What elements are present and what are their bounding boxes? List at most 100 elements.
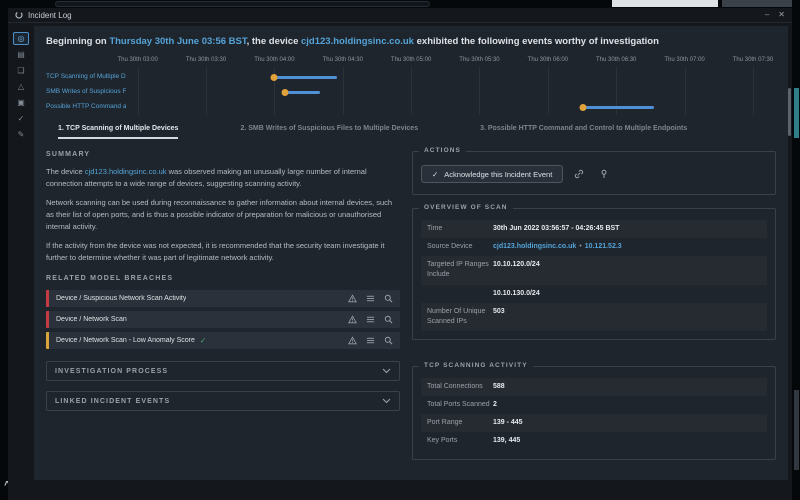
timeline-tick-label: Thu 30th 06:30 xyxy=(596,57,636,63)
device-link[interactable]: cjd123.holdingsinc.co.uk xyxy=(301,36,414,47)
timeline-tick-label: Thu 30th 04:00 xyxy=(254,57,294,63)
timeline-event-bar[interactable] xyxy=(285,91,321,94)
breach-row-actions xyxy=(348,336,393,345)
breach-label: Device / Suspicious Network Scan Activit… xyxy=(56,295,186,302)
row-label: Total Ports Scanned xyxy=(427,400,493,410)
incident-eye-icon[interactable]: ◎ xyxy=(13,32,29,45)
timeline-row-label[interactable]: SMB Writes of Suspicious F... xyxy=(46,84,126,99)
tcp-row-key-ports: Key Ports 139, 445 xyxy=(421,432,767,450)
list-icon[interactable] xyxy=(366,315,375,324)
breach-row[interactable]: Device / Network Scan xyxy=(46,311,400,328)
timeline-tick-label: Thu 30th 05:00 xyxy=(391,57,431,63)
device-link[interactable]: cjd123.holdingsinc.co.uk xyxy=(85,167,167,176)
timeline-tick-label: Thu 30th 05:30 xyxy=(459,57,499,63)
breach-alert-icon[interactable]: △ xyxy=(13,80,29,93)
incident-date-link[interactable]: Thursday 30th June 03:56 BST xyxy=(109,36,246,47)
row-value: 139, 445 xyxy=(493,436,761,446)
overview-row-targeted-ranges: Targeted IP Ranges Include 10.10.120.0/2… xyxy=(421,256,767,284)
warning-triangle-icon[interactable] xyxy=(348,315,357,324)
acknowledge-button-label: Acknowledge this Incident Event xyxy=(444,170,552,179)
timeline-row-label[interactable]: Possible HTTP Command and ... xyxy=(46,99,126,114)
list-icon[interactable] xyxy=(366,336,375,345)
overview-row-time: Time 30th Jun 2022 03:56:57 - 04:26:45 B… xyxy=(421,220,767,238)
window-titlebar: Incident Log – ✕ xyxy=(8,8,792,23)
magnifier-icon[interactable] xyxy=(384,294,393,303)
row-value: 139 - 445 xyxy=(493,418,761,428)
breach-label: Device / Network Scan - Low Anomaly Scor… xyxy=(56,337,195,344)
timeline-row-label[interactable]: TCP Scanning of Multiple D... xyxy=(46,69,126,84)
summary-paragraph-1: The device cjd123.holdingsinc.co.uk was … xyxy=(46,166,400,189)
timeline-tick-label: Thu 30th 03:00 xyxy=(117,57,157,63)
window-controls: – ✕ xyxy=(765,11,785,19)
breach-label: Device / Network Scan xyxy=(56,316,127,323)
investigation-process-title: INVESTIGATION PROCESS xyxy=(55,368,168,375)
related-model-breaches-title: RELATED MODEL BREACHES xyxy=(46,275,400,282)
magnifier-icon[interactable] xyxy=(384,336,393,345)
list-icon[interactable] xyxy=(366,294,375,303)
source-device-link[interactable]: cjd123.holdingsinc.co.uk xyxy=(493,243,576,250)
check-icon: ✓ xyxy=(432,170,438,179)
tcp-scanning-activity-panel: TCP SCANNING ACTIVITY Total Connections … xyxy=(412,366,776,460)
timeline-event-dot[interactable] xyxy=(579,104,586,111)
actions-title: ACTIONS xyxy=(419,147,466,154)
overview-row-targeted-ranges-2: 10.10.130.0/24 xyxy=(421,285,767,303)
edit-icon[interactable]: ✎ xyxy=(13,128,29,141)
background-teal-sliver xyxy=(794,88,799,138)
row-label: Key Ports xyxy=(427,436,493,446)
warning-triangle-icon[interactable] xyxy=(348,336,357,345)
summary-section: SUMMARY The device cjd123.holdingsinc.co… xyxy=(46,151,400,263)
row-label: Number Of Unique Scanned IPs xyxy=(427,307,493,327)
page-title: Beginning on Thursday 30th June 03:56 BS… xyxy=(46,36,776,47)
pin-icon xyxy=(599,169,609,179)
tab-tcp-scanning[interactable]: 1. TCP Scanning of Multiple Devices xyxy=(58,125,178,139)
row-value: cjd123.holdingsinc.co.uk•10.121.52.3 xyxy=(493,242,761,252)
heading-suffix: exhibited the following events worthy of… xyxy=(414,36,659,47)
row-label: Port Range xyxy=(427,418,493,428)
row-label xyxy=(427,289,493,299)
summary-paragraph-2: Network scanning can be used during reco… xyxy=(46,197,400,232)
minimize-button[interactable]: – xyxy=(765,11,769,19)
timeline-event-dot[interactable] xyxy=(271,74,278,81)
timeline-plot[interactable]: Thu 30th 03:00Thu 30th 03:30Thu 30th 04:… xyxy=(126,57,774,117)
close-button[interactable]: ✕ xyxy=(778,11,785,19)
chevron-down-icon[interactable] xyxy=(382,398,391,404)
link-icon xyxy=(574,169,584,179)
magnifier-icon[interactable] xyxy=(384,315,393,324)
actions-row: ✓ Acknowledge this Incident Event xyxy=(421,163,767,186)
window-title: Incident Log xyxy=(28,11,72,20)
timeline-tick-label: Thu 30th 06:00 xyxy=(528,57,568,63)
tcp-row-total-ports: Total Ports Scanned 2 xyxy=(421,396,767,414)
tcp-row-total-connections: Total Connections 588 xyxy=(421,378,767,396)
tab-smb-writes[interactable]: 2. SMB Writes of Suspicious Files to Mul… xyxy=(240,125,418,139)
related-model-breaches-section: RELATED MODEL BREACHES Device / Suspicio… xyxy=(46,275,400,349)
chevron-down-icon[interactable] xyxy=(382,368,391,374)
heading-prefix: Beginning on xyxy=(46,36,109,47)
incident-log-window: Incident Log – ✕ ◎ ▤ ❑ △ ▣ ✓ ✎ Beginning… xyxy=(8,8,792,500)
window-scrollbar-thumb[interactable] xyxy=(788,88,791,136)
summary-title: SUMMARY xyxy=(46,151,400,158)
timeline-event-bar[interactable] xyxy=(583,106,654,109)
timeline-tick-label: Thu 30th 03:30 xyxy=(186,57,226,63)
timeline-event-bar[interactable] xyxy=(274,76,336,79)
incident-log-icon xyxy=(15,11,23,19)
breach-row-actions xyxy=(348,294,393,303)
source-ip-link[interactable]: 10.121.52.3 xyxy=(585,243,622,250)
acknowledge-button[interactable]: ✓ Acknowledge this Incident Event xyxy=(421,165,563,183)
timeline-event-dot[interactable] xyxy=(281,89,288,96)
acknowledged-check-icon: ✓ xyxy=(200,336,206,345)
pin-action-button[interactable] xyxy=(595,165,613,183)
comment-icon[interactable]: ❑ xyxy=(13,64,29,77)
left-column: SUMMARY The device cjd123.holdingsinc.co… xyxy=(44,151,400,421)
breach-row[interactable]: Device / Suspicious Network Scan Activit… xyxy=(46,290,400,307)
shield-icon[interactable]: ▣ xyxy=(13,96,29,109)
background-left-strip xyxy=(0,8,8,500)
graph-icon[interactable]: ▤ xyxy=(13,48,29,61)
task-check-icon[interactable]: ✓ xyxy=(13,112,29,125)
investigation-process-section[interactable]: INVESTIGATION PROCESS xyxy=(46,361,400,381)
linked-incident-events-section[interactable]: LINKED INCIDENT EVENTS xyxy=(46,391,400,411)
row-label: Total Connections xyxy=(427,382,493,392)
link-action-button[interactable] xyxy=(570,165,588,183)
breach-row[interactable]: Device / Network Scan - Low Anomaly Scor… xyxy=(46,332,400,349)
tab-http-command-control[interactable]: 3. Possible HTTP Command and Control to … xyxy=(480,125,687,139)
warning-triangle-icon[interactable] xyxy=(348,294,357,303)
